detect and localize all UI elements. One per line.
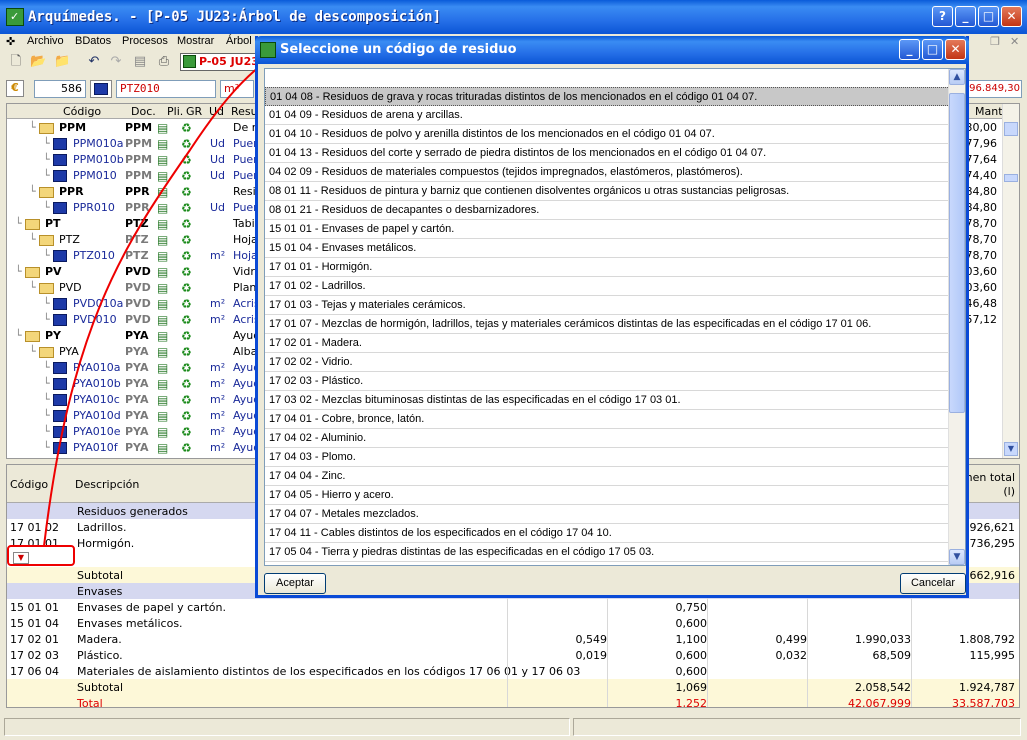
waste-code-item[interactable]: 17 01 07 - Mezclas de hormigón, ladrillo… [265,315,950,334]
list-scroll-down[interactable]: ▼ [949,549,965,565]
waste-code-item[interactable]: 17 01 01 - Hormigón. [265,258,950,277]
waste-code-dialog: Seleccione un código de residuo _ □ ✕ 01… [255,36,969,598]
dialog-close-button[interactable]: ✕ [945,39,966,60]
waste-code-item[interactable]: 17 02 02 - Vidrio. [265,353,950,372]
waste-code-item[interactable]: 17 04 07 - Metales mezclados. [265,505,950,524]
waste-code-item[interactable]: 15 01 04 - Envases metálicos. [265,239,950,258]
waste-code-item[interactable]: 01 04 08 - Residuos de grava y rocas tri… [265,87,950,106]
cancel-button[interactable]: Cancelar [900,573,966,594]
waste-code-item[interactable]: 17 01 03 - Tejas y materiales cerámicos. [265,296,950,315]
annotation-highlight-box [7,545,75,566]
waste-code-item[interactable]: 17 04 01 - Cobre, bronce, latón. [265,410,950,429]
waste-code-item[interactable]: 04 02 09 - Residuos de materiales compue… [265,163,950,182]
waste-code-item[interactable]: 17 02 03 - Plástico. [265,372,950,391]
dialog-minimize-button[interactable]: _ [899,39,920,60]
waste-code-item[interactable]: 17 04 02 - Aluminio. [265,429,950,448]
waste-code-list[interactable]: 01 04 08 - Residuos de grava y rocas tri… [264,68,966,566]
list-scroll-up[interactable]: ▲ [949,69,965,85]
waste-code-item[interactable]: 17 03 02 - Mezclas bituminosas distintas… [265,391,950,410]
list-scrollbar[interactable]: ▲ ▼ [948,69,965,565]
dialog-titlebar[interactable]: Seleccione un código de residuo _ □ ✕ [255,36,969,64]
dialog-maximize-button[interactable]: □ [922,39,943,60]
list-scroll-thumb[interactable] [949,93,965,413]
waste-code-item[interactable]: 17 05 04 - Tierra y piedras distintas de… [265,543,950,562]
waste-code-item[interactable]: 08 01 21 - Residuos de decapantes o desb… [265,201,950,220]
annotation-arrow [43,59,269,547]
dialog-app-icon [260,42,276,58]
dialog-title: Seleccione un código de residuo [280,42,517,57]
waste-code-item[interactable]: 01 04 10 - Residuos de polvo y arenilla … [265,125,950,144]
waste-code-item[interactable]: 01 04 09 - Residuos de arena y arcillas. [265,106,950,125]
waste-code-item[interactable]: 01 04 13 - Residuos del corte y serrado … [265,144,950,163]
waste-code-item[interactable]: 17 01 02 - Ladrillos. [265,277,950,296]
waste-code-item[interactable]: 08 01 11 - Residuos de pintura y barniz … [265,182,950,201]
waste-code-item[interactable]: 17 04 11 - Cables distintos de los espec… [265,524,950,543]
accept-button[interactable]: Aceptar [264,573,326,594]
waste-code-item[interactable]: 17 04 05 - Hierro y acero. [265,486,950,505]
waste-code-item[interactable]: 17 04 03 - Plomo. [265,448,950,467]
waste-code-item[interactable]: 17 02 01 - Madera. [265,334,950,353]
waste-code-item[interactable]: 17 04 04 - Zinc. [265,467,950,486]
waste-code-item[interactable]: 15 01 01 - Envases de papel y cartón. [265,220,950,239]
